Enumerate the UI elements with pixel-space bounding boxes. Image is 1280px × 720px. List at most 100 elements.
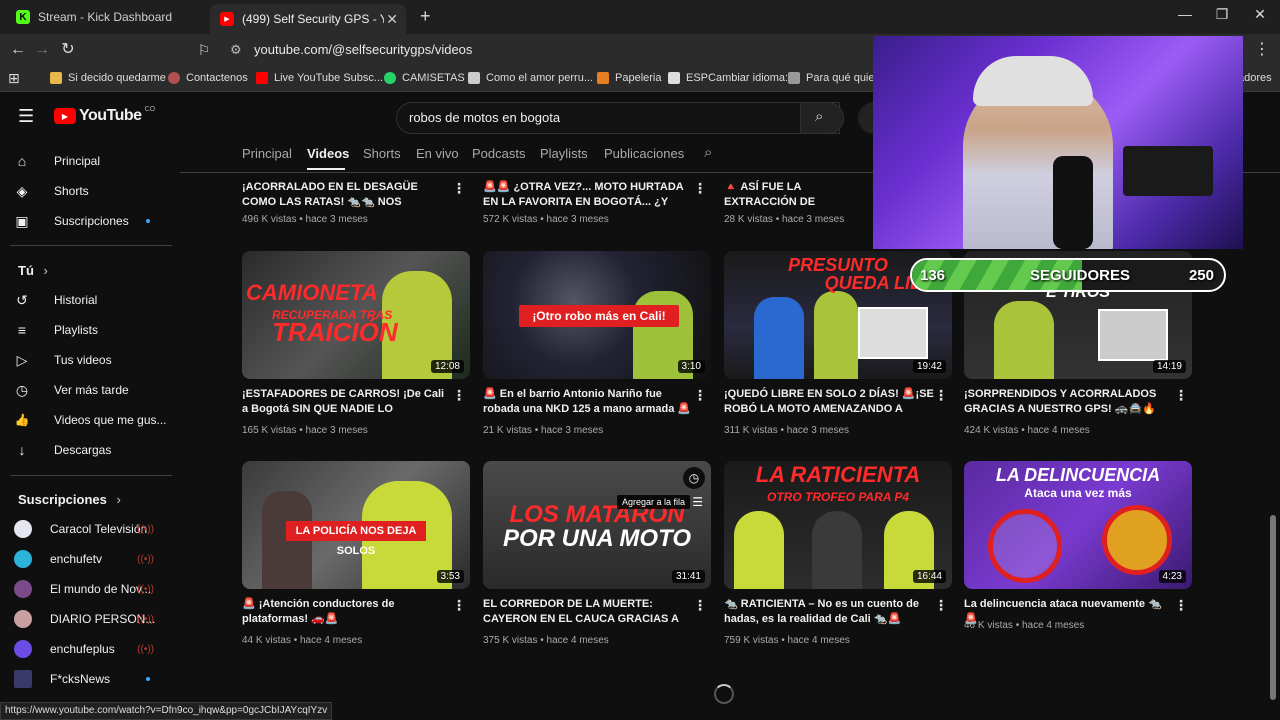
new-tab-button[interactable]: + [420,6,431,27]
video-thumbnail[interactable]: LA DELINCUENCIA Ataca una vez más 4:23 [964,461,1192,589]
more-options-icon[interactable]: ⋮ [693,387,707,404]
more-options-icon[interactable]: ⋮ [693,597,707,614]
tab-publicaciones[interactable]: Publicaciones [604,146,684,161]
menu-icon[interactable]: ⋮ [1252,41,1272,59]
search-button[interactable]: ⌕ [800,102,844,134]
sidebar-item-historial[interactable]: ↺ Historial [12,286,172,314]
sidebar-item-principal[interactable]: ⌂ Principal [12,147,172,175]
tab-videos[interactable]: Videos [307,146,349,161]
back-icon[interactable]: ← [8,41,28,59]
video-title[interactable]: ¡ACORRALADO EN EL DESAGÜE COMO LAS RATAS… [242,180,452,210]
video-duration: 31:41 [671,570,705,583]
video-card[interactable]: LA RATICIENTA OTRO TROFEO PARA P4 16:44 … [724,461,960,661]
url-field[interactable]: ⚙ youtube.com/@selfsecuritygps/videos [222,39,882,61]
tab-youtube[interactable]: ▶ (499) Self Security GPS - YouTube ✕ [210,4,406,34]
video-thumbnail[interactable]: LA RATICIENTA OTRO TROFEO PARA P4 16:44 [724,461,952,589]
sidebar-item-liked-videos[interactable]: 👍 Videos que me gus... [12,406,172,434]
video-title[interactable]: 🔺 ASÍ FUE LA EXTRACCIÓN DE [724,180,874,210]
sidebar-sub-enchufetv[interactable]: enchufetv ((•)) [12,545,172,573]
tab-kick-dashboard[interactable]: K Stream - Kick Dashboard [6,4,206,30]
channel-search-icon[interactable]: ⌕ [704,144,712,161]
video-title[interactable]: 🚨 En el barrio Antonio Nariño fue robada… [483,387,693,417]
minimize-icon[interactable]: — [1170,6,1200,22]
sidebar-section-you[interactable]: Tú › [18,263,48,278]
bookmark-icon[interactable]: ⚐ [194,41,214,59]
video-card[interactable]: ¡ACORRALADO EN EL DESAGÜE COMO LAS RATAS… [242,180,478,230]
more-options-icon[interactable]: ⋮ [452,180,466,197]
video-duration: 16:44 [912,570,946,583]
video-title[interactable]: 🚨 ¡Atención conductores de plataformas! … [242,597,452,627]
hamburger-menu-icon[interactable]: ☰ [18,106,34,127]
video-card[interactable]: CAMIONETA RECUPERADA TRAS TRAICIÓN 12:08… [242,251,478,451]
watch-later-icon[interactable]: ◷ [683,467,705,489]
bookmark-item[interactable]: ESPCambiar idioma: [668,72,788,84]
sidebar-sub-diario[interactable]: DIARIO PERSON... ((•)) [12,605,172,633]
sidebar-sub-enchufeplus[interactable]: enchufeplus ((•)) [12,635,172,663]
video-title[interactable]: ¡ESTAFADORES DE CARROS! ¡De Cali a Bogot… [242,387,452,417]
more-options-icon[interactable]: ⋮ [452,597,466,614]
bookmark-item[interactable]: adores [1238,72,1272,84]
tab-shorts[interactable]: Shorts [363,146,401,161]
close-window-icon[interactable]: ✕ [1245,6,1275,23]
sidebar-sub-fcksnews[interactable]: F*cksNews [12,665,172,693]
bookmark-item[interactable]: CAMISETAS [384,72,465,84]
video-title[interactable]: 🐀 RATICIENTA – No es un cuento de hadas,… [724,597,934,627]
bookmark-item[interactable]: Papeleria [597,72,661,84]
sidebar-section-subscriptions[interactable]: Suscripciones › [18,492,121,507]
sidebar-divider [10,245,172,246]
more-options-icon[interactable]: ⋮ [693,180,707,197]
more-options-icon[interactable]: ⋮ [1174,597,1188,614]
video-thumbnail[interactable]: ¡Otro robo más en Cali! 3:10 [483,251,711,379]
tab-playlists[interactable]: Playlists [540,146,588,161]
search-input[interactable]: robos de motos en bogota ✕ [396,102,840,134]
sidebar-sub-el-mundo[interactable]: El mundo de Nov... ((•)) [12,575,172,603]
more-options-icon[interactable]: ⋮ [452,387,466,404]
reload-icon[interactable]: ↻ [58,41,78,59]
sidebar-item-playlists[interactable]: ≡ Playlists [12,316,172,344]
more-options-icon[interactable]: ⋮ [934,387,948,404]
sidebar-item-tus-videos[interactable]: ▷ Tus videos [12,346,172,374]
sidebar-item-shorts[interactable]: ◈ Shorts [12,177,172,205]
video-card[interactable]: 🔺 ASÍ FUE LA EXTRACCIÓN DE 28 K vistas •… [724,180,874,230]
forward-icon[interactable]: → [32,41,52,59]
site-info-icon[interactable]: ⚙ [230,39,242,61]
bookmark-item[interactable]: Live YouTube Subsc... [256,72,383,84]
youtube-logo[interactable]: ▶ YouTube CO [54,106,155,125]
sidebar-item-suscripciones[interactable]: ▣ Suscripciones [12,207,172,235]
video-card[interactable]: 🚨🚨 ¿OTRA VEZ?... MOTO HURTADA EN LA FAVO… [483,180,719,230]
add-to-queue-icon[interactable]: ☰ [692,495,703,509]
sidebar-divider [10,475,172,476]
video-title[interactable]: ¡SORPRENDIDOS Y ACORRALADOS GRACIAS A NU… [964,387,1174,417]
bookmark-item[interactable]: Contactenos [168,72,248,84]
video-card[interactable]: LA DELINCUENCIA Ataca una vez más 4:23 L… [964,461,1200,661]
video-thumbnail[interactable]: CAMIONETA RECUPERADA TRAS TRAICIÓN 12:08 [242,251,470,379]
bookmark-item[interactable]: Si decido quedarme [50,72,166,84]
more-options-icon[interactable]: ⋮ [1174,387,1188,404]
sidebar-item-descargas[interactable]: ↓ Descargas [12,436,172,464]
video-title[interactable]: 🚨🚨 ¿OTRA VEZ?... MOTO HURTADA EN LA FAVO… [483,180,693,210]
tab-en-vivo[interactable]: En vivo [416,146,459,161]
bookmark-item[interactable]: Como el amor perru... [468,72,593,84]
sidebar-sub-caracol[interactable]: Caracol Televisión ((•)) [12,515,172,543]
restore-icon[interactable]: ❐ [1207,6,1237,23]
channel-avatar [14,520,32,538]
tab-principal[interactable]: Principal [242,146,292,161]
scrollbar-thumb[interactable] [1270,515,1276,700]
video-thumbnail[interactable]: LA POLICÍA NOS DEJA SOLOS 3:53 [242,461,470,589]
video-card[interactable]: LOS MATARON POR UNA MOTO ◷ Agregar a la … [483,461,719,661]
video-title[interactable]: ¡QUEDÓ LIBRE EN SOLO 2 DÍAS! 🚨¡SE ROBÓ L… [724,387,934,417]
video-title[interactable]: EL CORREDOR DE LA MUERTE: CAYERON EN EL … [483,597,693,627]
home-icon: ⌂ [17,153,27,169]
video-card[interactable]: ¡Otro robo más en Cali! 3:10 🚨 En el bar… [483,251,719,451]
video-card[interactable]: LA POLICÍA NOS DEJA SOLOS 3:53 🚨 ¡Atenci… [242,461,478,661]
video-duration: 3:53 [436,570,464,583]
more-options-icon[interactable]: ⋮ [934,597,948,614]
sidebar-item-ver-mas-tarde[interactable]: ◷ Ver más tarde [12,376,172,404]
apps-grid-icon[interactable]: ⊞ [8,70,20,87]
close-tab-icon[interactable]: ✕ [386,11,398,28]
thumbnail-figure [812,511,862,589]
video-thumbnail[interactable]: LOS MATARON POR UNA MOTO ◷ Agregar a la … [483,461,711,589]
tab-podcasts[interactable]: Podcasts [472,146,525,161]
video-duration: 4:23 [1158,570,1186,583]
bookmark-item[interactable]: Para qué quiero [788,72,884,84]
